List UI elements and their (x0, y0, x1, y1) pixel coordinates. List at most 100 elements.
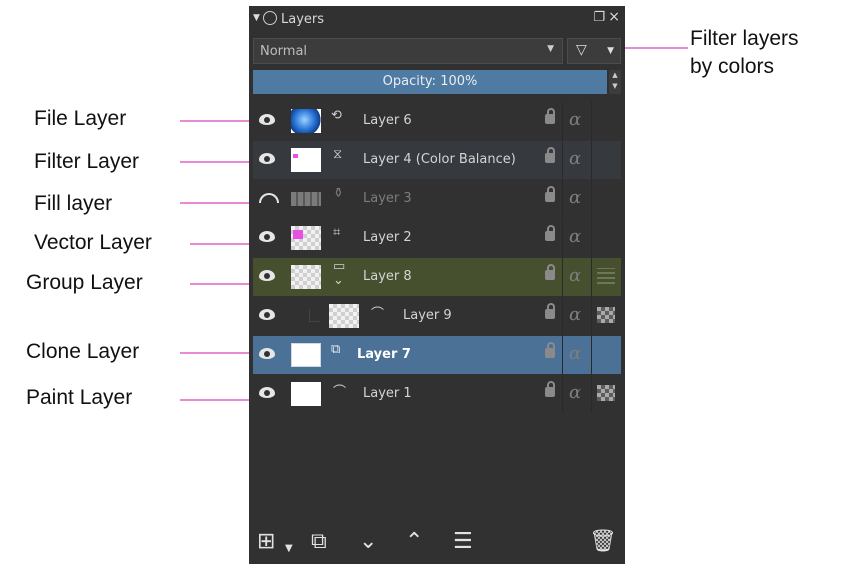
alpha-lock-icon[interactable]: α (569, 226, 581, 247)
annotation-filter-colors: Filter layers by colors (690, 25, 799, 81)
layer-row[interactable]: ⌒ Layer 1 α (253, 375, 621, 413)
lock-icon[interactable] (545, 147, 555, 163)
layer-thumbnail (291, 343, 321, 367)
filter-colors-button[interactable]: ▽ ▼ (567, 38, 621, 64)
layer-thumbnail (291, 265, 321, 289)
annotation-paint-layer: Paint Layer (26, 386, 133, 409)
chevron-down-icon: ▼ (547, 44, 554, 54)
funnel-icon: ▽ (576, 42, 587, 58)
layer-thumbnail (291, 109, 321, 133)
annotation-line (180, 120, 254, 122)
visibility-eye-icon[interactable] (259, 387, 275, 398)
divider (562, 375, 563, 413)
move-up-icon[interactable]: ⌃ (405, 530, 423, 554)
layer-name[interactable]: Layer 8 (363, 269, 412, 284)
opacity-slider[interactable]: Opacity: 100% (253, 70, 607, 94)
fill-layer-icon: ⚱ (333, 186, 344, 201)
visibility-eye-icon[interactable] (259, 309, 275, 320)
panel-titlebar: ▼ Layers ❐ × (249, 6, 625, 34)
visibility-eye-icon[interactable] (259, 270, 275, 281)
layer-name[interactable]: Layer 6 (363, 113, 412, 128)
alpha-lock-icon[interactable]: α (569, 187, 581, 208)
lock-icon[interactable] (545, 108, 555, 124)
alpha-lock-icon[interactable]: α (569, 265, 581, 286)
add-layer-icon[interactable]: ⊞ (257, 530, 275, 554)
layer-row[interactable]: ⟲ Layer 6 α (253, 102, 621, 140)
visibility-eye-icon[interactable] (259, 348, 275, 359)
pass-through-icon[interactable] (597, 268, 615, 284)
visibility-eye-closed-icon[interactable] (259, 193, 279, 203)
group-layer-icon: ▭ ⌄ (333, 259, 346, 288)
layer-name[interactable]: Layer 1 (363, 386, 412, 401)
divider (591, 102, 592, 140)
alpha-lock-icon[interactable]: α (569, 304, 581, 325)
lock-icon[interactable] (545, 225, 555, 241)
visibility-eye-icon[interactable] (259, 114, 275, 125)
filter-layer-icon: ⧖ (333, 147, 343, 162)
divider (591, 336, 592, 374)
layer-row[interactable]: ▭ ⌄ Layer 8 α (253, 258, 621, 296)
annotation-line (180, 399, 254, 401)
annotation-line (180, 202, 254, 204)
layer-name[interactable]: Layer 7 (357, 347, 411, 362)
annotation-group-layer: Group Layer (26, 271, 143, 294)
lock-icon[interactable] (545, 342, 555, 358)
inherit-alpha-icon[interactable] (597, 385, 615, 401)
layer-properties-icon[interactable]: ☰ (453, 530, 473, 554)
divider (591, 180, 592, 218)
layer-name[interactable]: Layer 3 (363, 191, 412, 206)
layer-row[interactable]: ⧖ Layer 4 (Color Balance) α (253, 141, 621, 179)
divider (562, 219, 563, 257)
layer-row[interactable]: ⚱ Layer 3 α (253, 180, 621, 218)
duplicate-layer-icon[interactable]: ⧉ (311, 530, 327, 554)
lock-icon[interactable] (545, 303, 555, 319)
blend-mode-value: Normal (260, 44, 308, 59)
annotation-line (190, 243, 254, 245)
alpha-lock-icon[interactable]: α (569, 382, 581, 403)
chevron-down-icon[interactable]: ⌄ (333, 273, 344, 288)
file-layer-icon: ⟲ (331, 108, 342, 123)
divider (562, 336, 563, 374)
divider (562, 141, 563, 179)
float-window-icon[interactable]: ❐ (593, 10, 605, 25)
visibility-eye-icon[interactable] (259, 231, 275, 242)
visibility-eye-icon[interactable] (259, 153, 275, 164)
move-down-icon[interactable]: ⌄ (359, 530, 377, 554)
layer-row[interactable]: ⌗ Layer 2 α (253, 219, 621, 257)
layer-row[interactable]: ⌒ Layer 9 α (253, 297, 621, 335)
paint-layer-icon: ⌒ (333, 385, 347, 400)
annotation-clone-layer: Clone Layer (26, 340, 140, 363)
divider (562, 258, 563, 296)
layer-name[interactable]: Layer 2 (363, 230, 412, 245)
inherit-alpha-icon[interactable] (597, 307, 615, 323)
layer-thumbnail (291, 226, 321, 250)
clone-layer-icon: ⧉ (331, 342, 341, 357)
lock-icon[interactable] (545, 381, 555, 397)
chevron-down-icon: ▼ (607, 46, 614, 56)
divider (591, 219, 592, 257)
divider (591, 297, 592, 335)
opacity-spinner[interactable]: ▲ ▼ (609, 70, 621, 94)
annotation-line (622, 47, 688, 49)
collapse-arrow-icon[interactable]: ▼ (253, 13, 260, 23)
layers-toolbar: ⊞ ▼ ⧉ ⌄ ⌃ ☰ 🗑 (249, 524, 625, 564)
annotation-vector-layer: Vector Layer (34, 231, 152, 254)
layer-name[interactable]: Layer 9 (403, 308, 452, 323)
layer-name[interactable]: Layer 4 (Color Balance) (363, 152, 516, 167)
divider (562, 297, 563, 335)
annotation-filter-colors-line2: by colors (690, 55, 775, 78)
lock-icon[interactable] (545, 186, 555, 202)
alpha-lock-icon[interactable]: α (569, 109, 581, 130)
annotation-line (180, 161, 254, 163)
layer-row[interactable]: ⧉ Layer 7 α (253, 336, 621, 374)
alpha-lock-icon[interactable]: α (569, 148, 581, 169)
alpha-lock-icon[interactable]: α (569, 343, 581, 364)
annotation-filter-colors-line1: Filter layers (690, 27, 799, 50)
divider (591, 141, 592, 179)
chevron-down-icon[interactable]: ▼ (285, 537, 293, 561)
lock-icon[interactable] (545, 264, 555, 280)
delete-layer-icon[interactable]: 🗑 (589, 530, 617, 554)
divider (562, 102, 563, 140)
blend-mode-select[interactable]: Normal ▼ (253, 38, 563, 64)
close-icon[interactable]: × (608, 9, 620, 25)
